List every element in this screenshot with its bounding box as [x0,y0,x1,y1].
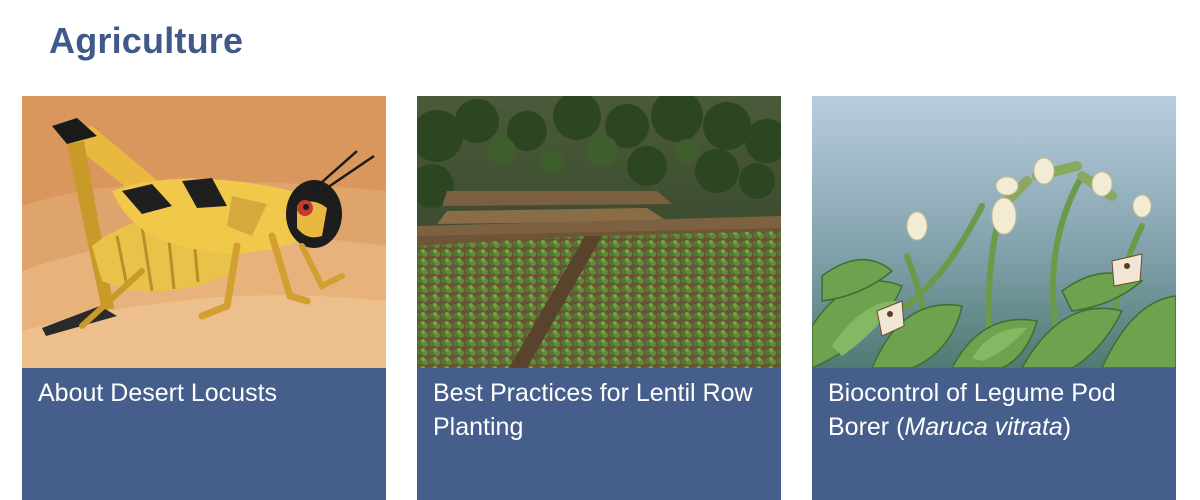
card-caption[interactable]: Best Practices for Lentil Row Planting [417,368,781,500]
card-title[interactable]: Biocontrol of Legume Pod Borer (Maruca v… [828,379,1116,441]
card-caption[interactable]: About Desert Locusts [22,368,386,500]
card-legume-pod-borer[interactable]: Biocontrol of Legume Pod Borer (Maruca v… [812,96,1176,500]
lentil-field-image[interactable] [417,96,781,368]
card-desert-locusts[interactable]: About Desert Locusts [22,96,386,500]
card-title-part[interactable]: ) [1063,413,1071,441]
desert-locust-image[interactable] [22,96,386,368]
section-title: Agriculture [49,20,244,61]
card-title[interactable]: About Desert Locusts [38,379,277,407]
card-title-species[interactable]: Maruca vitrata [904,413,1062,441]
pod-borer-image[interactable] [812,96,1176,368]
card-lentil-row-planting[interactable]: Best Practices for Lentil Row Planting [417,96,781,500]
card-caption[interactable]: Biocontrol of Legume Pod Borer (Maruca v… [812,368,1176,500]
card-title[interactable]: Best Practices for Lentil Row Planting [433,379,753,441]
